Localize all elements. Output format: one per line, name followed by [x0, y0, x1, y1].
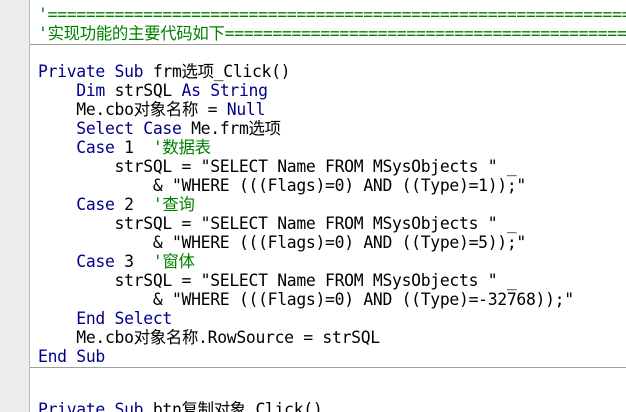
code-line: & "WHERE (((Flags)=0) AND ((Type)=5));": [38, 233, 526, 252]
comment-text: '实现功能的主要代码如下============================…: [38, 24, 626, 43]
code-text: strSQL = "SELECT Name FROM MSysObjects "…: [114, 271, 517, 290]
keyword: End Sub: [38, 347, 105, 366]
code-line: '=======================================…: [38, 5, 626, 24]
code-line: Case 1 '数据表: [38, 138, 211, 157]
comment-text: '查询: [152, 195, 195, 214]
code-line: '实现功能的主要代码如下============================…: [38, 24, 626, 43]
comment-text: '=======================================…: [38, 5, 626, 24]
code-text: & "WHERE (((Flags)=0) AND ((Type)=1));": [152, 176, 526, 195]
code-text: & "WHERE (((Flags)=0) AND ((Type)=5));": [152, 233, 526, 252]
comment-text: '数据表: [152, 138, 211, 157]
code-text: Me.cbo对象名称 =: [76, 100, 227, 119]
keyword: Private Sub: [38, 62, 144, 81]
code-line: Case 3 '窗体: [38, 252, 195, 271]
code-line: strSQL = "SELECT Name FROM MSysObjects "…: [38, 214, 517, 233]
code-text: 2: [114, 195, 153, 214]
code-text: 1: [114, 138, 153, 157]
code-line: Me.cbo对象名称 = Null: [38, 100, 265, 119]
code-line: strSQL = "SELECT Name FROM MSysObjects "…: [38, 271, 517, 290]
keyword: Null: [226, 100, 266, 119]
keyword: Select Case: [76, 119, 182, 138]
keyword: Case: [76, 252, 115, 271]
code-line: Me.cbo对象名称.RowSource = strSQL: [38, 328, 380, 347]
code-text: btn复制对象_Click(): [143, 400, 323, 412]
procedure-separator: [30, 44, 626, 45]
code-line: & "WHERE (((Flags)=0) AND ((Type)=-32768…: [38, 290, 574, 309]
code-line: Select Case Me.frm选项: [38, 119, 281, 138]
code-line: & "WHERE (((Flags)=0) AND ((Type)=1));": [38, 176, 526, 195]
keyword: Case: [76, 195, 115, 214]
code-text: strSQL = "SELECT Name FROM MSysObjects "…: [114, 157, 517, 176]
code-editor[interactable]: '=======================================…: [30, 0, 626, 412]
code-text: & "WHERE (((Flags)=0) AND ((Type)=-32768…: [152, 290, 574, 309]
code-text: Me.cbo对象名称.RowSource = strSQL: [76, 328, 380, 347]
comment-text: '窗体: [152, 252, 195, 271]
code-line: End Sub: [38, 347, 105, 366]
keyword: Case: [76, 138, 115, 157]
keyword: Private Sub: [38, 400, 144, 412]
editor-margin-indicator-bar[interactable]: [0, 0, 30, 412]
code-text: 3: [114, 252, 153, 271]
code-text: Me.frm选项: [181, 119, 281, 138]
code-text: frm选项_Click(): [143, 62, 291, 81]
keyword: As String: [181, 81, 268, 100]
procedure-separator: [30, 367, 626, 368]
keyword: Dim: [76, 81, 105, 100]
code-line: Case 2 '查询: [38, 195, 195, 214]
keyword: End Select: [76, 309, 172, 328]
code-line: Private Sub frm选项_Click(): [38, 62, 291, 81]
code-line: Dim strSQL As String: [38, 81, 268, 100]
code-text: strSQL = "SELECT Name FROM MSysObjects "…: [114, 214, 517, 233]
code-line: Private Sub btn复制对象_Click(): [38, 400, 323, 412]
code-line: strSQL = "SELECT Name FROM MSysObjects "…: [38, 157, 517, 176]
code-line: End Select: [38, 309, 172, 328]
code-text: strSQL: [105, 81, 182, 100]
